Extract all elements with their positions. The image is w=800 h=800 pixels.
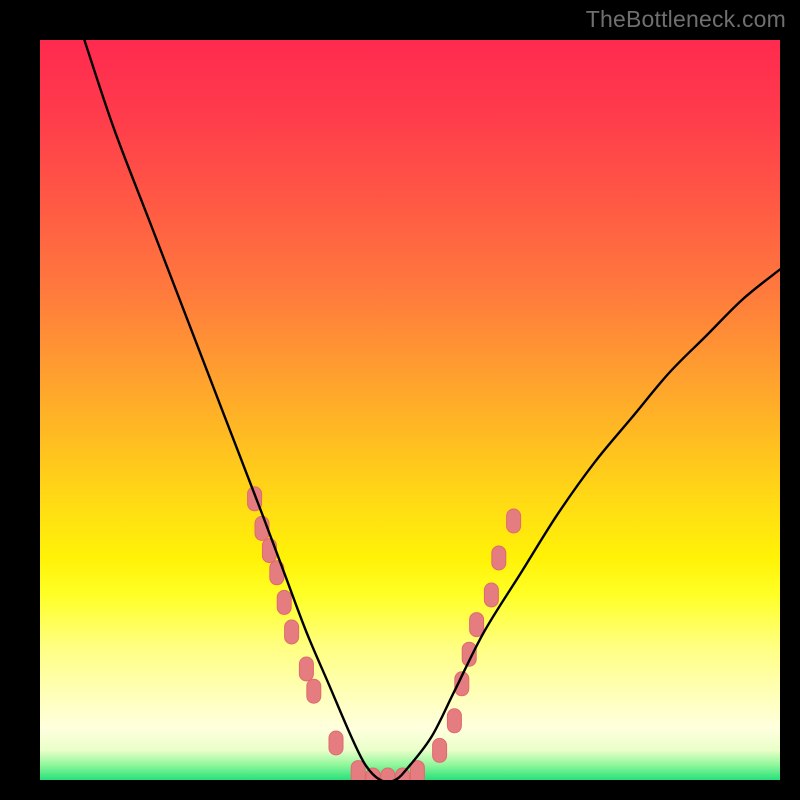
plot-area <box>40 40 780 780</box>
curve-marker <box>329 731 343 755</box>
curve-marker <box>307 679 321 703</box>
curve-marker <box>470 613 484 637</box>
marker-group <box>248 487 521 780</box>
curve-layer <box>40 40 780 780</box>
curve-marker <box>447 709 461 733</box>
curve-marker <box>381 768 395 780</box>
curve-marker <box>507 509 521 533</box>
curve-marker <box>433 738 447 762</box>
curve-marker <box>277 590 291 614</box>
curve-marker <box>492 546 506 570</box>
curve-marker <box>484 583 498 607</box>
curve-marker <box>285 620 299 644</box>
watermark-text: TheBottleneck.com <box>586 6 786 33</box>
curve-marker <box>299 657 313 681</box>
bottleneck-curve <box>84 40 780 780</box>
curve-marker <box>351 761 365 780</box>
curve-marker <box>262 539 276 563</box>
chart-frame: TheBottleneck.com <box>0 0 800 800</box>
